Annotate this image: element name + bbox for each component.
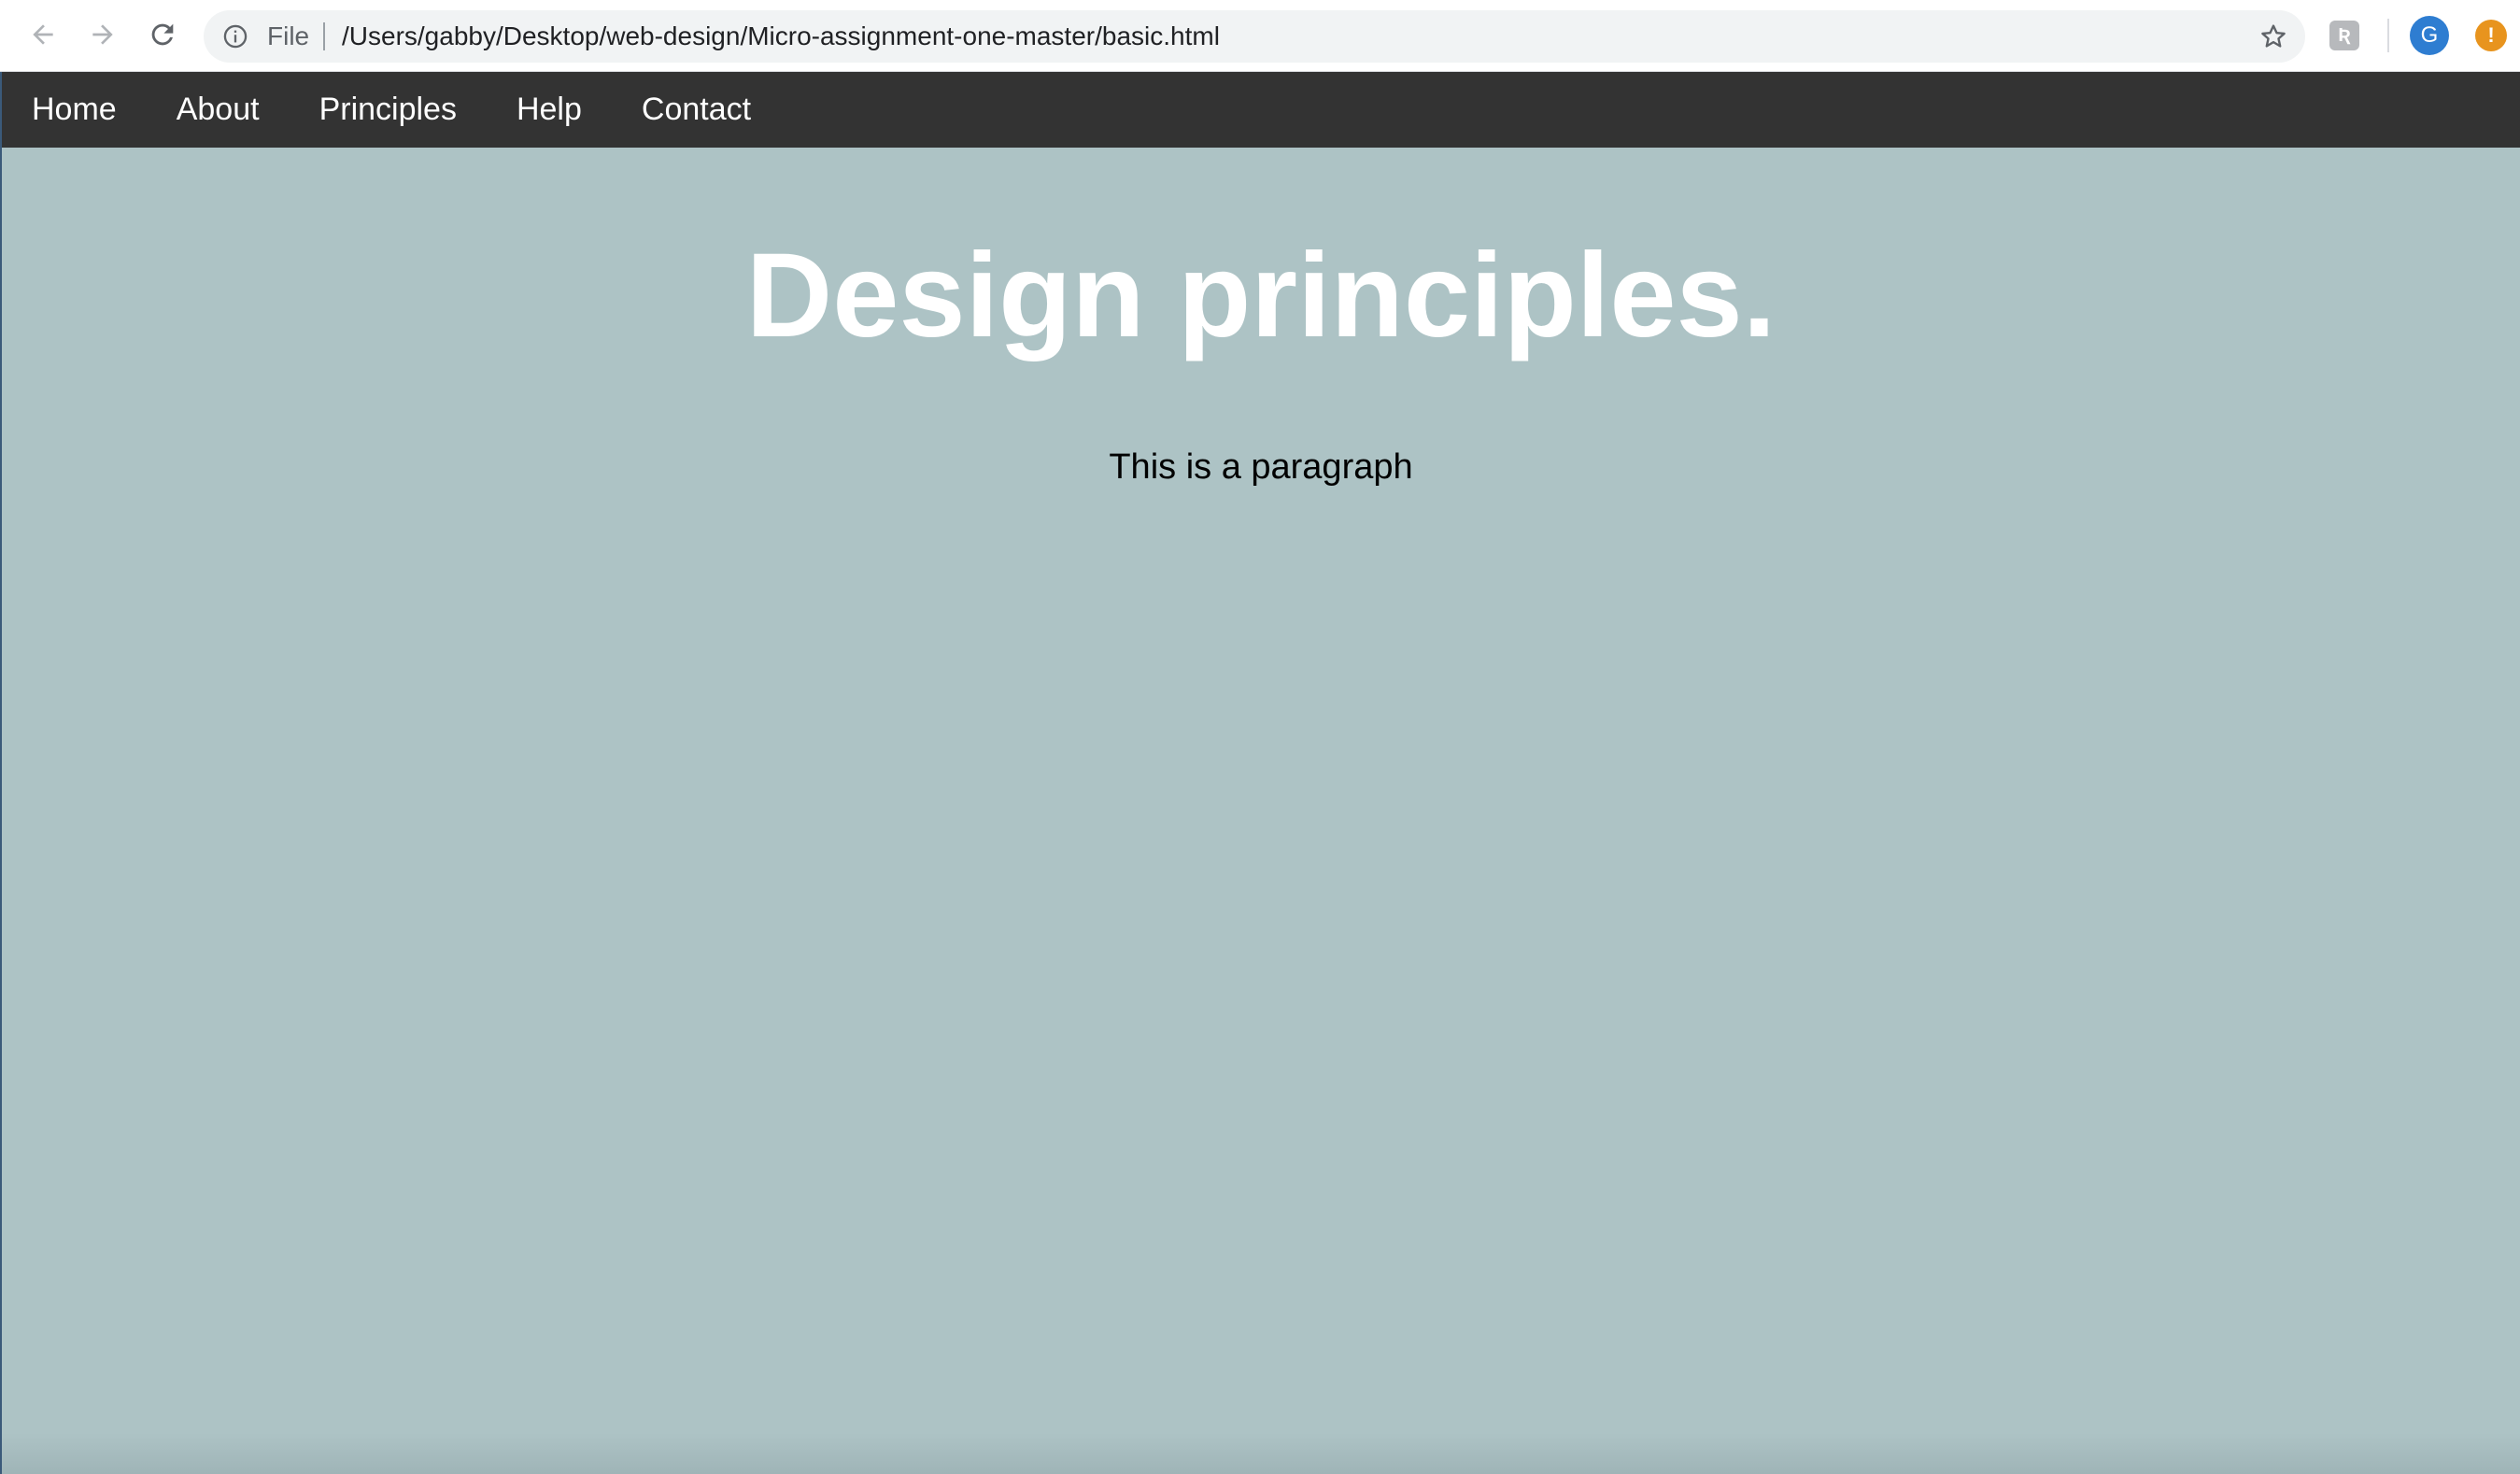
toolbar-separator xyxy=(2387,19,2389,52)
scheme-label: File xyxy=(267,21,310,50)
info-icon[interactable] xyxy=(222,23,248,50)
forward-button[interactable] xyxy=(80,12,125,57)
forward-arrow-icon xyxy=(92,24,113,45)
browser-window: File /Users/gabby/Desktop/web-design/Mic… xyxy=(0,0,2520,1474)
site-navbar: Home About Principles Help Contact xyxy=(2,72,2520,148)
nav-link-about[interactable]: About xyxy=(147,72,290,148)
nav-link-contact[interactable]: Contact xyxy=(612,72,781,148)
nav-link-home[interactable]: Home xyxy=(2,72,147,148)
back-button[interactable] xyxy=(21,12,65,57)
address-bar[interactable]: File /Users/gabby/Desktop/web-design/Mic… xyxy=(204,10,2305,63)
profile-avatar[interactable]: G xyxy=(2410,16,2449,55)
omnibox-divider xyxy=(323,22,325,50)
nav-link-principles[interactable]: Principles xyxy=(290,72,487,148)
page-viewport: Home About Principles Help Contact Desig… xyxy=(0,72,2520,1474)
alert-icon[interactable]: ! xyxy=(2475,20,2507,51)
reload-icon xyxy=(151,23,174,46)
page-paragraph: This is a paragraph xyxy=(1109,447,1413,487)
nav-link-help[interactable]: Help xyxy=(487,72,612,148)
reload-button[interactable] xyxy=(140,12,185,57)
star-icon[interactable] xyxy=(2258,21,2288,51)
url-text[interactable]: /Users/gabby/Desktop/web-design/Micro-as… xyxy=(342,10,1220,63)
back-arrow-icon xyxy=(33,24,53,45)
extension-icon[interactable]: Ʀ xyxy=(2329,21,2359,50)
browser-toolbar: File /Users/gabby/Desktop/web-design/Mic… xyxy=(0,0,2520,72)
page-title: Design principles. xyxy=(745,229,1777,362)
